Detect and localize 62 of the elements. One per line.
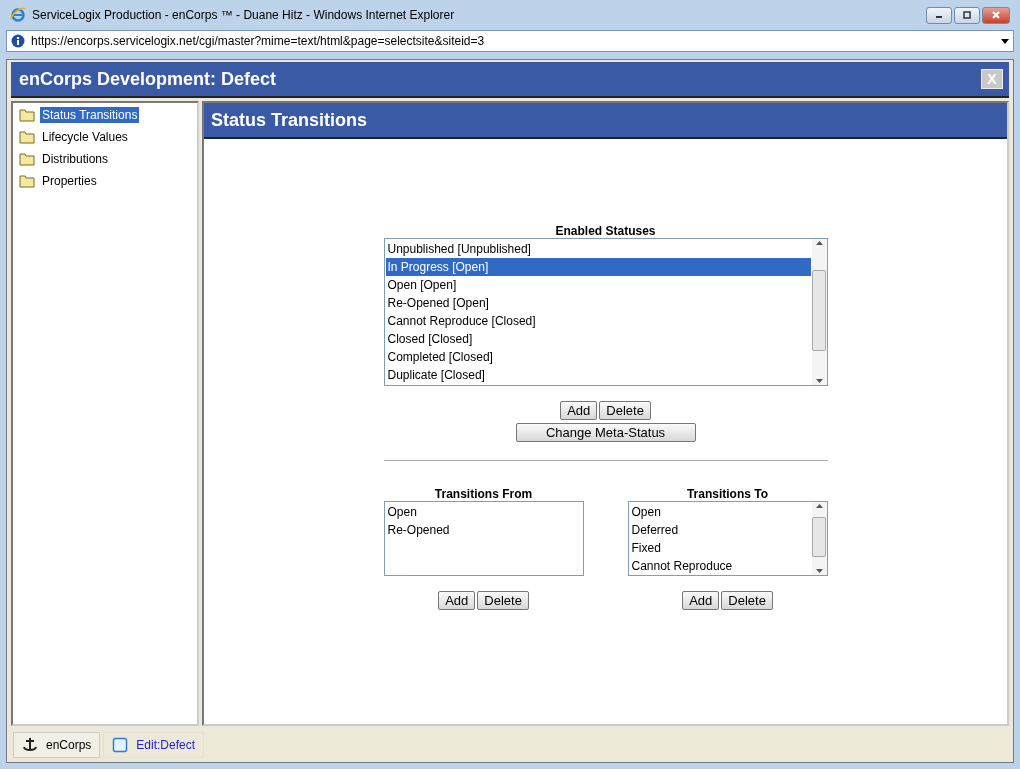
list-label: Transitions From	[434, 487, 533, 501]
address-bar[interactable]: https://encorps.servicelogix.net/cgi/master?mime=text/html&page=selectsite&siteid=3	[6, 30, 1014, 52]
list-item[interactable]: Cannot Reproduce [Closed]	[385, 312, 811, 330]
window-title: ServiceLogix Production - enCorps ™ - Duane Hitz - Windows Internet Explorer	[32, 8, 456, 22]
dropdown-arrow-icon[interactable]	[1001, 38, 1009, 44]
list-item[interactable]: Unpublished [Unpublished]	[385, 240, 811, 258]
list-item[interactable]: Cannot Reproduce	[629, 557, 811, 575]
list-item[interactable]: Open [Open]	[385, 276, 811, 294]
tree-item[interactable]: Status Transitions	[19, 107, 191, 123]
tree-item[interactable]: Lifecycle Values	[19, 129, 191, 145]
scroll-up-icon[interactable]	[815, 241, 823, 245]
tree-item-label[interactable]: Status Transitions	[40, 107, 140, 123]
tree-item-label[interactable]: Lifecycle Values	[40, 129, 130, 145]
list-label: Enabled Statuses	[555, 224, 656, 238]
list-button[interactable]: Add	[560, 401, 598, 420]
list-item[interactable]: Duplicate [Closed]	[385, 366, 811, 384]
close-icon	[991, 10, 1001, 20]
tree-item[interactable]: Properties	[19, 173, 191, 189]
scrollbar[interactable]	[811, 502, 827, 575]
scroll-down-icon[interactable]	[815, 379, 823, 383]
folder-icon	[19, 108, 35, 122]
list-item[interactable]: Open	[629, 503, 811, 521]
list-button[interactable]: Delete	[599, 401, 651, 420]
list-item[interactable]: Completed [Closed]	[385, 348, 811, 366]
scroll-down-icon[interactable]	[815, 569, 823, 573]
list-item[interactable]: Open	[385, 503, 582, 521]
url-text: https://encorps.servicelogix.net/cgi/master?mime=text/html&page=selectsite&siteid=3	[31, 34, 486, 48]
minimize-button[interactable]	[926, 6, 952, 24]
list-item[interactable]: In Progress [Open]	[385, 258, 811, 276]
list-label: Transitions To	[686, 487, 769, 501]
list-item[interactable]: Re-Opened	[385, 521, 582, 539]
list-item[interactable]: Fixed	[629, 539, 811, 557]
panel-title: Status Transitions	[211, 109, 368, 131]
list-button[interactable]: Add	[438, 591, 476, 610]
tree-item-label[interactable]: Properties	[40, 173, 99, 189]
folder-icon	[19, 130, 35, 144]
list-button[interactable]: Delete	[477, 591, 529, 610]
list-item[interactable]: Closed [Closed]	[385, 330, 811, 348]
taskbar-item[interactable]: Edit:Defect	[103, 732, 205, 758]
taskbar-item[interactable]: enCorps	[13, 732, 101, 758]
browser-logo-icon	[10, 7, 26, 23]
list-item[interactable]: Re-Opened [Open]	[385, 294, 811, 312]
list-box[interactable]: Open Re-Opened	[383, 501, 584, 576]
list-button[interactable]: Delete	[721, 591, 773, 610]
list-item[interactable]: Deferred	[629, 521, 811, 539]
scrollbar[interactable]	[811, 239, 827, 385]
close-button[interactable]	[982, 6, 1010, 24]
tree-item[interactable]: Distributions	[19, 151, 191, 167]
folder-icon	[19, 174, 35, 188]
scroll-up-icon[interactable]	[815, 504, 823, 508]
maximize-icon	[962, 10, 972, 20]
list-box[interactable]: Open Deferred Fixed Cannot Reproduce	[627, 501, 828, 576]
tree-item-label[interactable]: Distributions	[40, 151, 111, 167]
anchor-icon	[22, 737, 38, 753]
list-button[interactable]: Add	[682, 591, 720, 610]
folder-icon	[19, 152, 35, 166]
change-meta-status-button[interactable]: Change Meta-Status	[515, 423, 696, 442]
dialog-title: enCorps Development: Defect	[19, 68, 277, 90]
info-icon	[11, 34, 25, 48]
maximize-button[interactable]	[954, 6, 980, 24]
list-box[interactable]: Unpublished [Unpublished] In Progress [Open] Open [Open] Re-Opened [Open] Cannot Reproduce [Closed] Closed [Closed] Completed [Closed] Duplicate [Closed]	[383, 238, 828, 386]
window-icon	[112, 737, 129, 753]
